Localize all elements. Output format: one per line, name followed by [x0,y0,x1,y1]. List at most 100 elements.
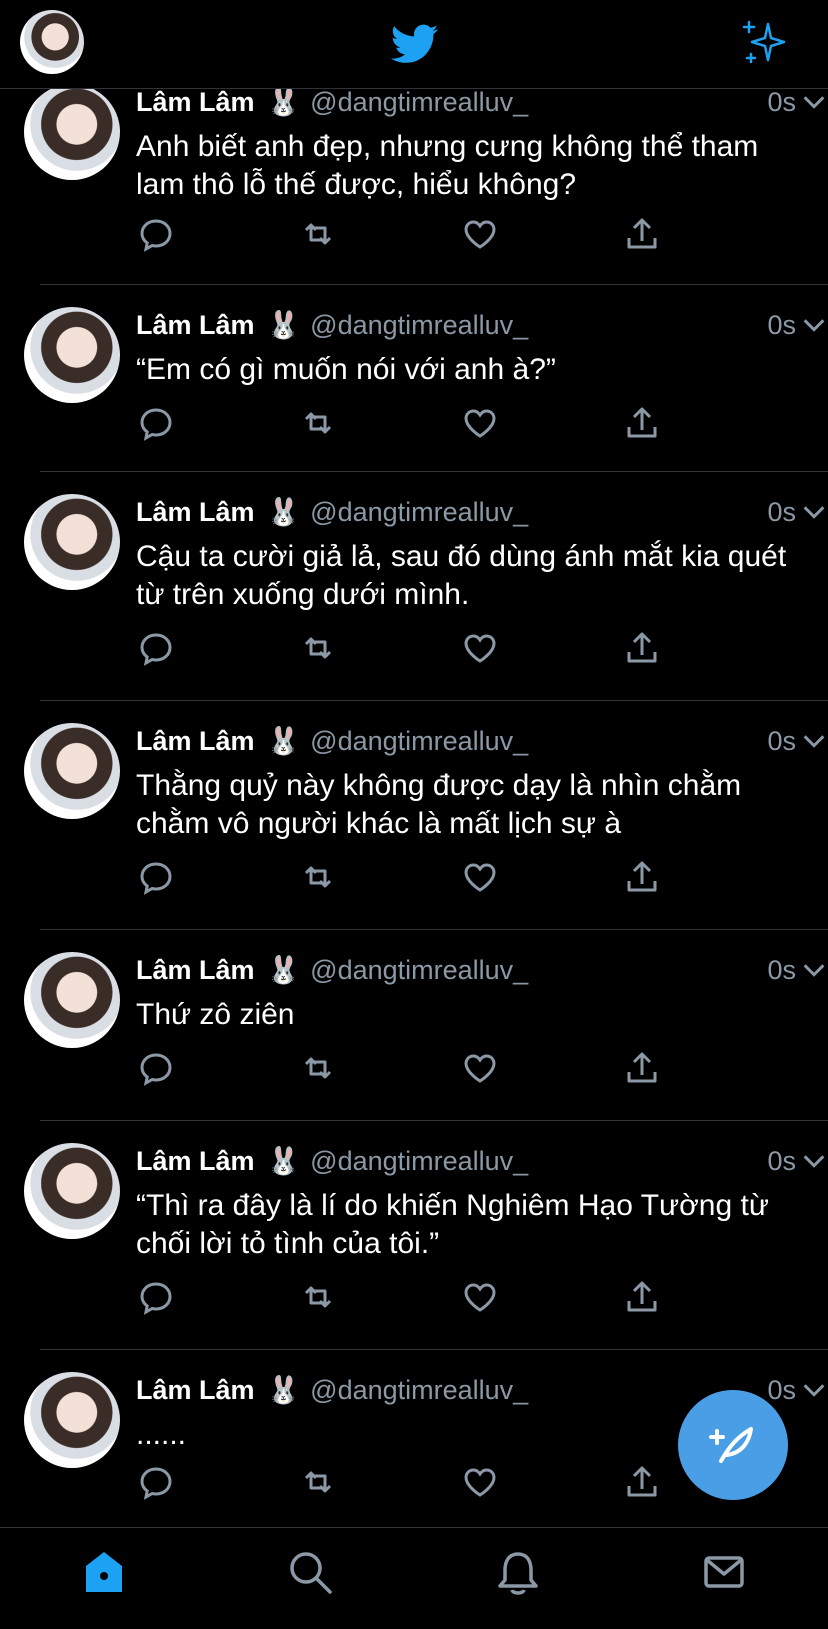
author-handle[interactable]: @dangtimrealluv_ [310,87,528,118]
twitter-bird-icon [390,24,439,63]
tweet-text: Anh biết anh đẹp, nhưng cưng không thể t… [136,130,759,201]
share-icon[interactable] [622,1462,662,1502]
chevron-down-icon[interactable] [800,498,828,526]
avatar[interactable] [24,723,120,819]
like-icon[interactable] [460,628,500,668]
author-handle[interactable]: @dangtimrealluv_ [310,1146,528,1177]
like-icon[interactable] [460,1462,500,1502]
tweet-actions [136,628,828,668]
top-bar [0,0,828,89]
avatar[interactable] [24,952,120,1048]
tweet-header: Lâm Lâm 🐰 @dangtimrealluv_ 0s [136,950,828,990]
author-name[interactable]: Lâm Lâm [136,726,255,757]
rabbit-emoji: 🐰 [266,1146,301,1176]
retweet-icon[interactable] [298,857,338,897]
tweet[interactable]: Lâm Lâm 🐰 @dangtimrealluv_ 0s “Thì ra đâ… [24,1121,828,1350]
reply-icon[interactable] [136,1277,176,1317]
author-handle[interactable]: @dangtimrealluv_ [310,497,528,528]
tweet[interactable]: Lâm Lâm 🐰 @dangtimrealluv_ 0s Cậu ta cườ… [24,472,828,701]
timestamp: 0s [767,725,796,756]
share-icon[interactable] [622,214,662,254]
avatar[interactable] [24,1143,120,1239]
tweet-text: Thằng quỷ này không được dạy là nhìn chằ… [136,769,742,840]
profile-avatar[interactable] [20,10,84,74]
like-icon[interactable] [460,1048,500,1088]
timeline: Lâm Lâm 🐰 @dangtimrealluv_ 0s Anh biết a… [0,62,828,1536]
chevron-down-icon[interactable] [800,311,828,339]
notifications-icon[interactable] [494,1548,542,1596]
author-name[interactable]: Lâm Lâm [136,87,255,118]
author-name[interactable]: Lâm Lâm [136,1146,255,1177]
retweet-icon[interactable] [298,403,338,443]
tweet-text: “Thì ra đây là lí do khiến Nghiêm Hạo Tư… [136,1189,769,1260]
chevron-down-icon[interactable] [800,727,828,755]
reply-icon[interactable] [136,857,176,897]
chevron-down-icon[interactable] [800,1376,828,1404]
like-icon[interactable] [460,403,500,443]
rabbit-emoji: 🐰 [266,310,301,340]
retweet-icon[interactable] [298,1048,338,1088]
reply-icon[interactable] [136,1462,176,1502]
tweet-actions [136,1048,828,1088]
compose-feather-icon [709,1427,753,1463]
author-handle[interactable]: @dangtimrealluv_ [310,1375,528,1406]
rabbit-emoji: 🐰 [266,955,301,985]
avatar[interactable] [24,494,120,590]
chevron-down-icon[interactable] [800,1147,828,1175]
reply-icon[interactable] [136,403,176,443]
compose-tweet-button[interactable] [678,1390,788,1500]
share-icon[interactable] [622,1277,662,1317]
rabbit-emoji: 🐰 [266,87,301,117]
author-name[interactable]: Lâm Lâm [136,1375,255,1406]
share-icon[interactable] [622,857,662,897]
tweet-actions [136,1277,828,1317]
tweet-text: “Em có gì muốn nói với anh à?” [136,353,556,386]
avatar[interactable] [24,1372,120,1468]
tweet-header: Lâm Lâm 🐰 @dangtimrealluv_ 0s [136,1141,828,1181]
retweet-icon[interactable] [298,628,338,668]
home-icon[interactable] [80,1548,128,1596]
like-icon[interactable] [460,1277,500,1317]
search-icon[interactable] [286,1548,334,1596]
tweet[interactable]: Lâm Lâm 🐰 @dangtimrealluv_ 0s Thằng quỷ … [24,701,828,930]
messages-icon[interactable] [700,1548,748,1596]
reply-icon[interactable] [136,1048,176,1088]
timestamp: 0s [767,954,796,985]
author-handle[interactable]: @dangtimrealluv_ [310,955,528,986]
like-icon[interactable] [460,214,500,254]
timestamp: 0s [767,86,796,117]
tweet[interactable]: Lâm Lâm 🐰 @dangtimrealluv_ 0s Thứ zô ziê… [24,930,828,1121]
retweet-icon[interactable] [298,214,338,254]
tweet-header: Lâm Lâm 🐰 @dangtimrealluv_ 0s [136,721,828,761]
chevron-down-icon[interactable] [800,88,828,116]
author-handle[interactable]: @dangtimrealluv_ [310,310,528,341]
timestamp: 0s [767,496,796,527]
tweet-actions [136,857,828,897]
timestamp: 0s [767,309,796,340]
chevron-down-icon[interactable] [800,956,828,984]
author-name[interactable]: Lâm Lâm [136,955,255,986]
avatar[interactable] [24,84,120,180]
tweet-header: Lâm Lâm 🐰 @dangtimrealluv_ 0s [136,492,828,532]
tweet[interactable]: Lâm Lâm 🐰 @dangtimrealluv_ 0s Anh biết a… [24,62,828,285]
sparkle-icon[interactable] [740,18,788,66]
reply-icon[interactable] [136,628,176,668]
tweet-text: Thứ zô ziên [136,998,295,1031]
reply-icon[interactable] [136,214,176,254]
tweet-actions [136,403,828,443]
author-name[interactable]: Lâm Lâm [136,497,255,528]
author-name[interactable]: Lâm Lâm [136,310,255,341]
like-icon[interactable] [460,857,500,897]
retweet-icon[interactable] [298,1462,338,1502]
retweet-icon[interactable] [298,1277,338,1317]
rabbit-emoji: 🐰 [266,726,301,756]
avatar[interactable] [24,307,120,403]
tweet[interactable]: Lâm Lâm 🐰 @dangtimrealluv_ 0s “Em có gì … [24,285,828,472]
bottom-tab-bar [0,1527,828,1629]
share-icon[interactable] [622,403,662,443]
author-handle[interactable]: @dangtimrealluv_ [310,726,528,757]
tweet-actions [136,214,828,254]
tweet-header: Lâm Lâm 🐰 @dangtimrealluv_ 0s [136,305,828,345]
share-icon[interactable] [622,628,662,668]
share-icon[interactable] [622,1048,662,1088]
